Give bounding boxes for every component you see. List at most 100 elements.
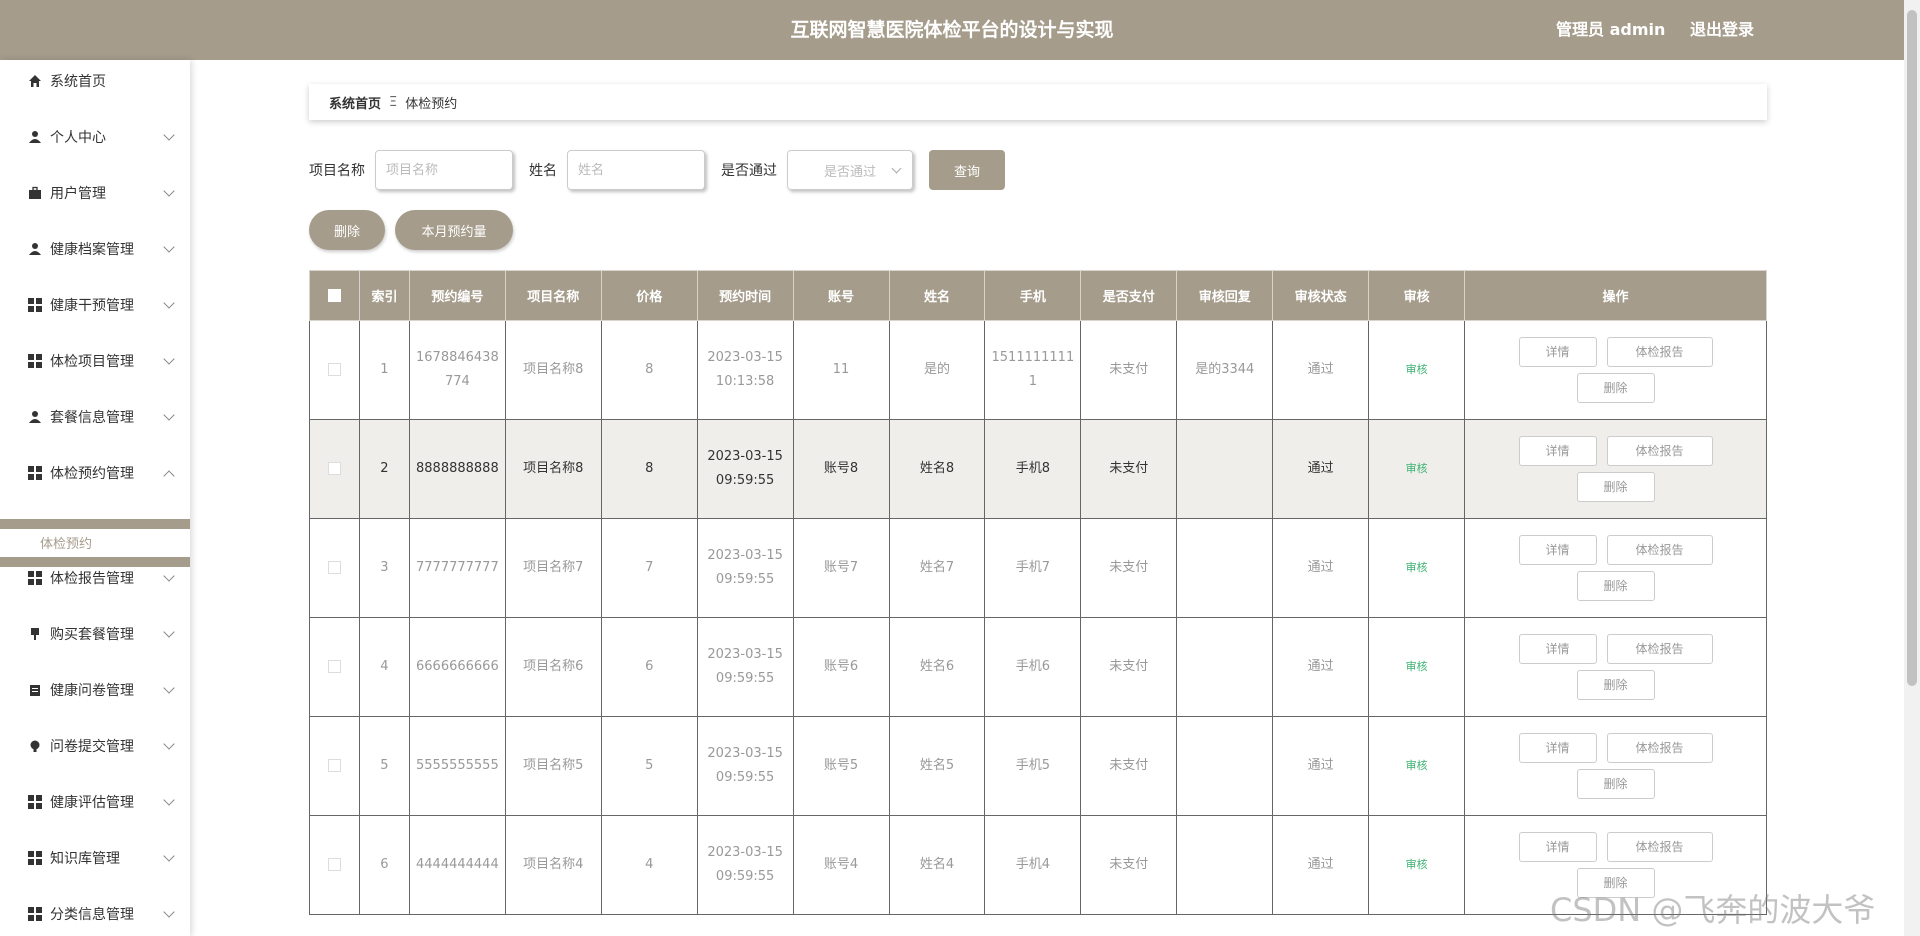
row-checkbox[interactable] — [327, 858, 341, 871]
detail-button[interactable]: 详情 — [1518, 436, 1597, 466]
column-header: 账号 — [792, 270, 890, 321]
sidebar-item[interactable]: 个人中心 — [0, 109, 190, 165]
row-select-cell — [309, 320, 360, 420]
table-row[interactable]: 5 5555555555 项目名称5 5 2023-03-15 09:59:55 账号5 姓… — [309, 716, 1767, 816]
audit-link[interactable]: 审核 — [1406, 561, 1428, 574]
cell-price: 7 — [600, 518, 698, 618]
batch-delete-button[interactable]: 删除 — [309, 210, 385, 250]
row-checkbox[interactable] — [327, 561, 341, 574]
project-name-input[interactable] — [375, 150, 513, 190]
sidebar-item[interactable]: 用户管理 — [0, 165, 190, 221]
row-select-cell — [309, 419, 360, 519]
detail-button[interactable]: 详情 — [1518, 535, 1597, 565]
row-delete-button[interactable]: 删除 — [1576, 571, 1655, 601]
row-delete-button[interactable]: 删除 — [1576, 472, 1655, 502]
passed-select[interactable]: 是否通过 — [787, 150, 913, 190]
cell-account: 账号6 — [792, 617, 890, 717]
logout-link[interactable]: 退出登录 — [1690, 0, 1754, 60]
audit-link[interactable]: 审核 — [1406, 462, 1428, 475]
query-button[interactable]: 查询 — [929, 150, 1005, 190]
audit-link[interactable]: 审核 — [1406, 660, 1428, 673]
sidebar-item[interactable]: 体检项目管理 — [0, 333, 190, 389]
table-row[interactable]: 2 8888888888 项目名称8 8 2023-03-15 09:59:55 账号8 姓… — [309, 419, 1767, 519]
table-row[interactable]: 6 4444444444 项目名称4 4 2023-03-15 09:59:55 账号4 姓… — [309, 815, 1767, 915]
row-delete-button[interactable]: 删除 — [1576, 373, 1655, 403]
cell-actions: 详情 体检报告删除 — [1464, 419, 1767, 519]
detail-button[interactable]: 详情 — [1518, 634, 1597, 664]
sidebar-item[interactable]: 健康评估管理 — [0, 774, 190, 830]
table-row[interactable]: 1 1678846438774 项目名称8 8 2023-03-15 10:13:58 1… — [309, 320, 1767, 420]
cell-reply — [1176, 716, 1274, 816]
column-header: 价格 — [600, 270, 698, 321]
chevron-down-icon — [163, 409, 175, 421]
cell-account: 账号4 — [792, 815, 890, 915]
column-header: 审核回复 — [1176, 270, 1274, 321]
table-row[interactable]: 4 6666666666 项目名称6 6 2023-03-15 09:59:55 账号6 姓… — [309, 617, 1767, 717]
sidebar-item[interactable]: 问卷提交管理 — [0, 718, 190, 774]
column-header: 索引 — [358, 270, 410, 321]
report-button[interactable]: 体检报告 — [1606, 832, 1713, 862]
audit-link[interactable]: 审核 — [1406, 363, 1428, 376]
column-header: 预约时间 — [696, 270, 794, 321]
sidebar-item[interactable]: 体检预约管理 — [0, 445, 190, 501]
audit-link[interactable]: 审核 — [1406, 759, 1428, 772]
cell-name: 是的 — [888, 320, 986, 420]
page-scrollbar[interactable] — [1904, 0, 1920, 936]
sidebar-item[interactable]: 健康档案管理 — [0, 221, 190, 277]
row-delete-button[interactable]: 删除 — [1576, 670, 1655, 700]
sidebar-item[interactable]: 系统首页 — [0, 60, 190, 109]
table-row[interactable]: 3 7777777777 项目名称7 7 2023-03-15 09:59:55 账号7 姓… — [309, 518, 1767, 618]
report-button[interactable]: 体检报告 — [1606, 634, 1713, 664]
report-button[interactable]: 体检报告 — [1606, 733, 1713, 763]
breadcrumb-current: 体检预约 — [405, 96, 458, 112]
cell-status: 通过 — [1272, 419, 1370, 519]
detail-button[interactable]: 详情 — [1518, 733, 1597, 763]
report-button[interactable]: 体检报告 — [1606, 535, 1713, 565]
sidebar-item-label: 问卷提交管理 — [50, 739, 134, 755]
sidebar-item[interactable]: 健康干预管理 — [0, 277, 190, 333]
cell-price: 8 — [600, 419, 698, 519]
cell-account: 账号8 — [792, 419, 890, 519]
row-checkbox[interactable] — [327, 462, 341, 475]
audit-link[interactable]: 审核 — [1406, 858, 1428, 871]
monthly-count-button[interactable]: 本月预约量 — [395, 210, 513, 250]
row-checkbox[interactable] — [327, 660, 341, 673]
cell-status: 通过 — [1272, 716, 1370, 816]
sidebar: 体检预约 系统首页 个人中心 用户管理 健康档案管理 健康干预管理 体检项目管理 套餐信息管… — [0, 60, 190, 936]
row-delete-button[interactable]: 删除 — [1576, 769, 1655, 799]
grid-icon — [27, 465, 43, 481]
sidebar-item-label: 健康评估管理 — [50, 795, 134, 811]
cell-reply — [1176, 419, 1274, 519]
sidebar-item[interactable]: 套餐信息管理 — [0, 389, 190, 445]
passed-label: 是否通过 — [721, 163, 777, 179]
row-select-cell — [309, 617, 360, 717]
cell-status: 通过 — [1272, 815, 1370, 915]
sidebar-item[interactable]: 购买套餐管理 — [0, 606, 190, 662]
sidebar-item[interactable]: 健康问卷管理 — [0, 662, 190, 718]
name-input[interactable] — [567, 150, 705, 190]
row-checkbox[interactable] — [327, 363, 341, 376]
row-checkbox[interactable] — [327, 759, 341, 772]
sidebar-item-label: 分类信息管理 — [50, 907, 134, 923]
scrollbar-thumb[interactable] — [1907, 10, 1917, 686]
select-all-checkbox[interactable] — [327, 289, 341, 302]
column-header: 审核状态 — [1272, 270, 1370, 321]
breadcrumb-separator: Ξ — [389, 94, 398, 110]
cell-paid: 未支付 — [1080, 419, 1178, 519]
grid-icon — [27, 906, 43, 922]
detail-button[interactable]: 详情 — [1518, 337, 1597, 367]
detail-button[interactable]: 详情 — [1518, 832, 1597, 862]
report-button[interactable]: 体检报告 — [1606, 337, 1713, 367]
cell-actions: 详情 体检报告删除 — [1464, 518, 1767, 618]
sidebar-item[interactable]: 知识库管理 — [0, 830, 190, 886]
grid-icon — [27, 570, 43, 586]
cell-project: 项目名称8 — [504, 320, 602, 420]
breadcrumb-home[interactable]: 系统首页 — [329, 93, 381, 112]
cell-project: 项目名称8 — [504, 419, 602, 519]
sidebar-item-label: 健康干预管理 — [50, 298, 134, 314]
sidebar-item[interactable]: 分类信息管理 — [0, 886, 190, 936]
sidebar-item[interactable]: 体检报告管理 — [0, 550, 190, 606]
report-button[interactable]: 体检报告 — [1606, 436, 1713, 466]
cell-price: 8 — [600, 320, 698, 420]
column-header: 操作 — [1464, 270, 1767, 321]
